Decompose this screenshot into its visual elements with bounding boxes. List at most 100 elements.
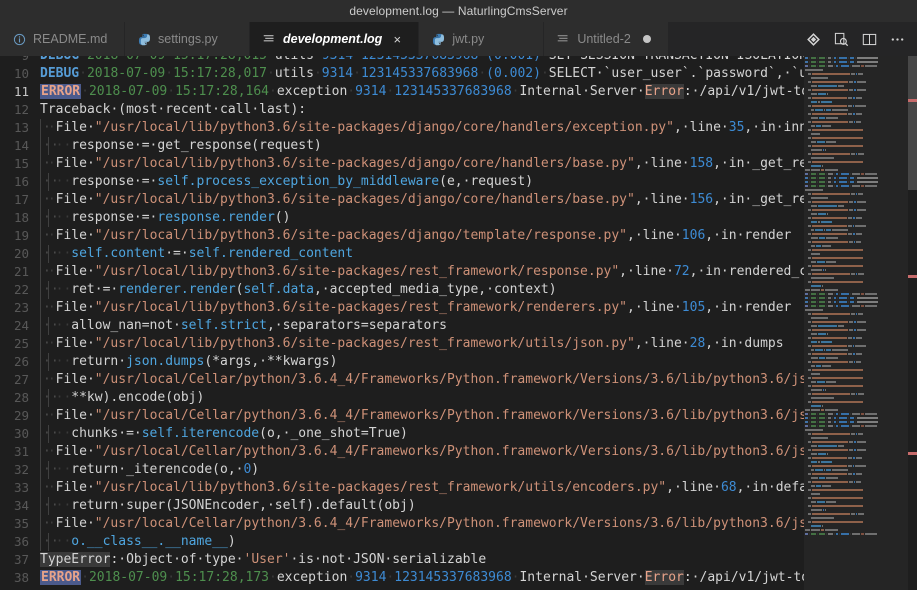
code-line-content: · ·File·"/usr/local/lib/python3.6/site-pa… — [40, 263, 804, 281]
code-token: "/usr/local/lib/python3.6/site-packages/… — [94, 480, 667, 495]
code-token: ,·line· — [634, 156, 690, 171]
code-token: **kw).encode(obj) — [71, 390, 205, 405]
indent-guide: · — [47, 425, 59, 443]
line-number: 35 — [13, 516, 29, 531]
source-control-icon[interactable] — [801, 27, 825, 51]
code-line[interactable]: 18 · · ··response·=·response.render() — [0, 209, 804, 227]
tab-unsaved-dot-icon[interactable] — [639, 31, 655, 47]
code-line[interactable]: 14 · · ··response·=·get_response(request) — [0, 137, 804, 155]
code-line[interactable]: 29 · ·File·"/usr/local/Cellar/python/3.6.4… — [0, 407, 804, 425]
code-token: 72 — [673, 264, 690, 279]
code-lines: 9DEBUG·2018-07-09·15:17:28,015·utils·931… — [0, 56, 804, 587]
code-token: exception — [276, 570, 348, 585]
code-line[interactable]: 38 ERROR·2018-07-09·15:17:28,173·exceptio… — [0, 569, 804, 587]
code-token: "/usr/local/lib/python3.6/site-packages/… — [94, 336, 635, 351]
code-viewport[interactable]: 9DEBUG·2018-07-09·15:17:28,015·utils·931… — [0, 56, 804, 590]
indent-guide: · — [47, 173, 59, 191]
code-line-content: · · ··chunks·=·self.iterencode(o,·_one_sho… — [40, 425, 804, 443]
tab-development-log[interactable]: development.log × — [250, 22, 420, 56]
split-editor-icon[interactable] — [857, 27, 881, 51]
code-line[interactable]: 25 · ·File·"/usr/local/lib/python3.6/site-… — [0, 335, 804, 353]
code-token: ,·separators=separators — [266, 318, 447, 333]
code-token: chunks·=· — [71, 426, 142, 441]
indent-guide: · — [40, 191, 51, 209]
code-token: Error — [644, 570, 684, 585]
code-line[interactable]: 26 · · ··return·json.dumps(*args,·**kwargs) — [0, 353, 804, 371]
code-token: return· — [71, 354, 127, 369]
code-line[interactable]: 33 · ·File·"/usr/local/lib/python3.6/site-… — [0, 479, 804, 497]
scrollbar-thumb[interactable] — [908, 56, 917, 190]
line-number: 9 — [0, 56, 40, 65]
code-token: 'User' — [243, 552, 291, 567]
code-token: ,·in·render — [705, 228, 792, 243]
line-number: 29 — [13, 408, 29, 423]
code-line-content: ERROR·2018-07-09·15:17:28,164·exception·… — [40, 83, 804, 101]
indent-guide: · — [40, 335, 51, 353]
tab-close-icon[interactable]: × — [389, 31, 405, 47]
code-line-content: · ·File·"/usr/local/lib/python3.6/site-pa… — [40, 155, 804, 173]
code-line[interactable]: 24 · · ··allow_nan=not·self.strict,·separat… — [0, 317, 804, 335]
code-token: 15:17:28,015 — [173, 56, 267, 63]
code-token: 15:17:28,173 — [175, 570, 269, 585]
code-token: ·is·not·JSON·serializable — [290, 552, 487, 567]
code-line[interactable]: 23 · ·File·"/usr/local/lib/python3.6/site-… — [0, 299, 804, 317]
code-line[interactable]: 27 · ·File·"/usr/local/Cellar/python/3.6.4… — [0, 371, 804, 389]
code-token: · — [313, 66, 322, 81]
code-line[interactable]: 16 · · ··response·=·self.process_exception_… — [0, 173, 804, 191]
code-token: () — [274, 210, 291, 225]
code-token: Error — [644, 84, 684, 99]
code-line[interactable]: 21 · ·File·"/usr/local/lib/python3.6/site-… — [0, 263, 804, 281]
indent-guide: · — [47, 209, 59, 227]
code-token: File· — [55, 336, 95, 351]
code-line-content: · · ··response·=·get_response(request) — [40, 137, 804, 155]
code-line[interactable]: 19 · ·File·"/usr/local/lib/python3.6/site-… — [0, 227, 804, 245]
code-line-content: · · ··allow_nan=not·self.strict,·separator… — [40, 317, 804, 335]
tab-settings-py[interactable]: settings.py — [125, 22, 250, 56]
overview-ruler-error-mark — [908, 275, 917, 278]
code-line[interactable]: 15 · ·File·"/usr/local/lib/python3.6/site-… — [0, 155, 804, 173]
code-line[interactable]: 34 · · ··return·super(JSONEncoder,·self).de… — [0, 497, 804, 515]
minimap-line — [804, 532, 908, 536]
tab-jwt-py[interactable]: jwt.py — [419, 22, 545, 56]
code-line[interactable]: 22 · · ··ret·=·renderer.render(self.data,·a… — [0, 281, 804, 299]
line-number: 37 — [13, 552, 29, 567]
tab-readme-md[interactable]: README.md — [0, 22, 125, 56]
tab-label: Untitled-2 — [577, 32, 631, 46]
code-line[interactable]: 30 · · ··chunks·=·self.iterencode(o,·_one_s… — [0, 425, 804, 443]
line-number: 26 — [13, 354, 29, 369]
code-line[interactable]: 9DEBUG·2018-07-09·15:17:28,015·utils·931… — [0, 56, 804, 65]
code-line-content: · · ··return·json.dumps(*args,·**kwargs) — [40, 353, 804, 371]
code-line-content: TypeError:·Object·of·type·'User'·is·not·… — [40, 551, 804, 569]
code-line[interactable]: 20 · · ··self.content·=·self.rendered_conte… — [0, 245, 804, 263]
code-line[interactable]: 36 · · ··o.__class__.__name__) — [0, 533, 804, 551]
indent-guide: · — [40, 353, 51, 371]
vertical-scrollbar[interactable] — [908, 56, 917, 590]
indent-guide: · — [40, 119, 51, 137]
code-line[interactable]: 11 ERROR·2018-07-09·15:17:28,164·exceptio… — [0, 83, 804, 101]
more-actions-icon[interactable] — [885, 27, 909, 51]
code-line-content: · ·File·"/usr/local/Cellar/python/3.6.4_4… — [40, 515, 804, 533]
code-line[interactable]: 12 Traceback·(most·recent·call·last): — [0, 101, 804, 119]
code-line[interactable]: 35 · ·File·"/usr/local/Cellar/python/3.6.4… — [0, 515, 804, 533]
tab-bar: README.md settings.py development.log × jwt.… — [0, 22, 917, 56]
code-line[interactable]: 10 DEBUG·2018-07-09·15:17:28,017·utils·93… — [0, 65, 804, 83]
code-line[interactable]: 28 · · ··**kw).encode(obj) — [0, 389, 804, 407]
code-line[interactable]: 31 · ·File·"/usr/local/Cellar/python/3.6.4… — [0, 443, 804, 461]
code-line[interactable]: 37 TypeError:·Object·of·type·'User'·is·no… — [0, 551, 804, 569]
tab-untitled-2[interactable]: Untitled-2 — [544, 22, 670, 56]
open-changes-icon[interactable] — [829, 27, 853, 51]
minimap[interactable] — [804, 56, 908, 590]
line-number: 27 — [13, 372, 29, 387]
indent-guide: · — [40, 299, 51, 317]
code-line[interactable]: 13 · ·File·"/usr/local/lib/python3.6/site-… — [0, 119, 804, 137]
indent-guide: · — [40, 515, 51, 533]
code-line[interactable]: 17 · ·File·"/usr/local/lib/python3.6/site-… — [0, 191, 804, 209]
code-token: · — [267, 56, 275, 63]
text-editor[interactable]: 9DEBUG·2018-07-09·15:17:28,015·utils·931… — [0, 56, 917, 590]
code-token: · — [353, 66, 361, 81]
code-token: self.iterencode — [141, 426, 260, 441]
line-number: 38 — [13, 570, 29, 585]
code-line[interactable]: 32 · · ··return·_iterencode(o,·0) — [0, 461, 804, 479]
code-token: Internal·Server· — [519, 84, 645, 99]
indent-guide: · — [40, 389, 51, 407]
